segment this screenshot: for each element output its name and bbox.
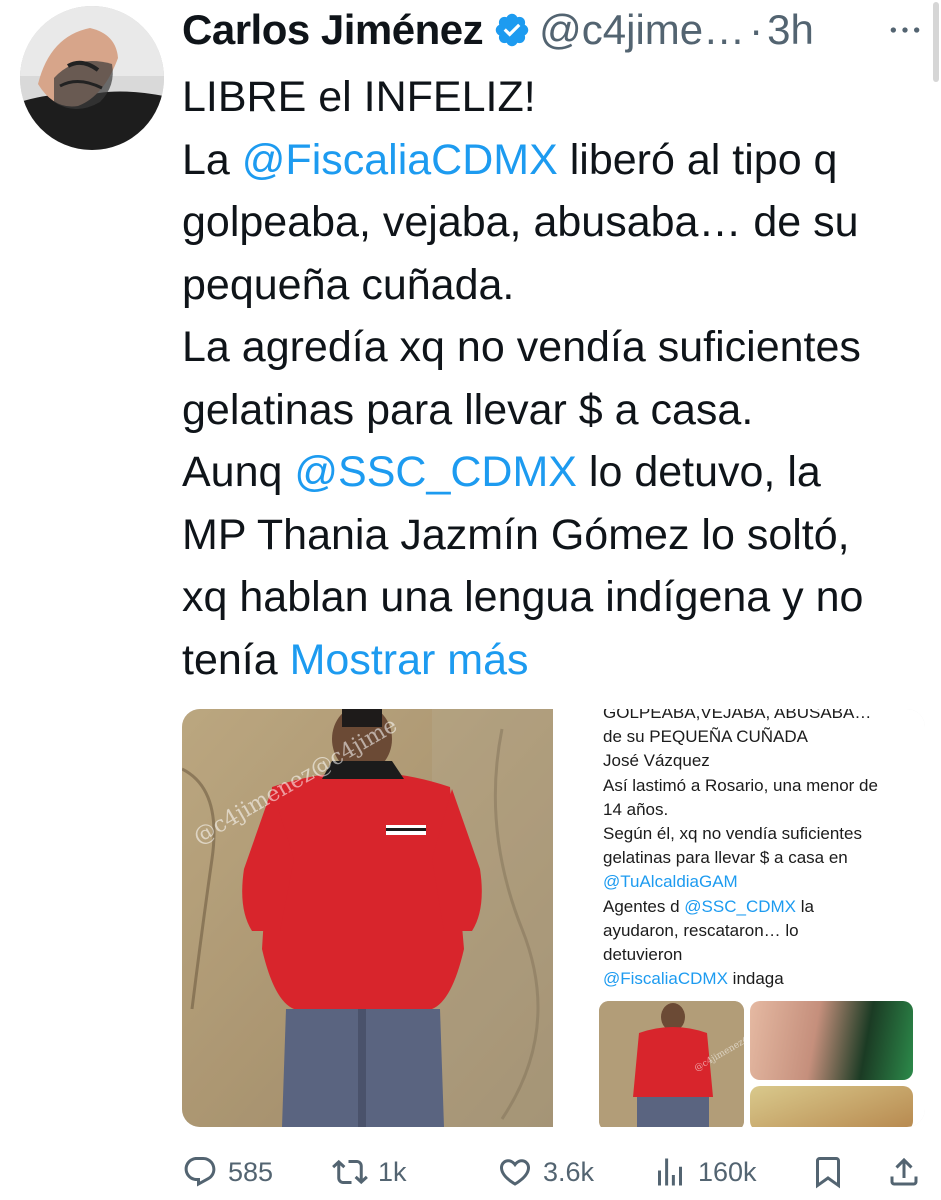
tweet-text-segment: pequeña cuñada. <box>182 260 515 309</box>
screenshot-text-segment: Así lastimó a Rosario, una menor de <box>603 775 878 795</box>
reply-icon <box>184 1157 216 1187</box>
screenshot-of-tweet[interactable]: GOLPEABA,VEJABA, ABUSABA… de su PEQUEÑA C… <box>555 709 925 1127</box>
tweet-text-segment: Aunq <box>182 448 295 496</box>
thumbnail-face <box>750 1001 913 1080</box>
tweet-text-segment: xq hablan una lengua indígena y no <box>182 573 864 621</box>
tweet-line: xq hablan una lengua indígena y no <box>182 566 927 629</box>
screenshot-line: @TuAlcaldiaGAM <box>603 870 925 894</box>
screenshot-mention: @TuAlcaldiaGAM <box>603 872 738 892</box>
repost-count: 1k <box>378 1156 407 1187</box>
thumbnail-man: @c4jimenez@c4jime <box>599 1001 744 1127</box>
tweet-line: MP Thania Jazmín Gómez lo soltó, <box>182 504 927 567</box>
screenshot-text-segment: Según él, xq no vendía suficientes <box>603 824 862 844</box>
screenshot-line: 14 años. <box>603 798 925 822</box>
share-button[interactable] <box>886 1154 922 1190</box>
bookmark-icon <box>816 1157 840 1189</box>
tweet-line: tenía Mostrar más <box>182 629 927 692</box>
tweet-text: LIBRE el INFELIZ! La @FiscaliaCDMX liberó… <box>182 66 927 691</box>
tweet-line: La @FiscaliaCDMX liberó al tipo q <box>182 129 927 192</box>
separator-dot: · <box>749 6 764 53</box>
reply-button[interactable]: 585 <box>182 1154 273 1190</box>
screenshot-thumbnails: @c4jimenez@c4jime <box>599 1001 913 1127</box>
like-count: 3.6k <box>543 1156 595 1187</box>
tweet-header: Carlos Jiménez @c4jime… · 3h <box>182 4 941 56</box>
screenshot-text-segment: de su PEQUEÑA CUÑADA <box>603 727 809 747</box>
tweet-text-segment: La <box>182 135 242 184</box>
screenshot-line: detuvieron <box>603 943 925 967</box>
tweet-text-segment: liberó al tipo q <box>557 135 838 184</box>
thumbnail-stack <box>750 1001 913 1127</box>
screenshot-line: @FiscaliaCDMX indaga <box>603 967 925 991</box>
timestamp[interactable]: 3h <box>767 6 814 54</box>
author-name[interactable]: Carlos Jiménez <box>182 6 484 54</box>
thumbnail-detail <box>750 1085 913 1127</box>
photo-man-red-shirt[interactable]: @c4jimenez@c4jime <box>182 709 553 1127</box>
like-button[interactable]: 3.6k <box>497 1154 594 1190</box>
screenshot-line: GOLPEABA,VEJABA, ABUSABA… <box>603 709 925 725</box>
screenshot-text-segment: gelatinas para llevar $ a casa en <box>603 848 848 868</box>
show-more-link[interactable]: Mostrar más <box>290 636 529 684</box>
avatar[interactable] <box>20 6 164 150</box>
tweet-text-segment: golpeaba, vejaba, abusaba… de su <box>182 198 859 246</box>
views-icon <box>658 1158 682 1186</box>
tweet-line: golpeaba, vejaba, abusaba… de su <box>182 191 927 254</box>
screenshot-mention: @SSC_CDMX <box>684 896 797 916</box>
screenshot-text-segment: indaga <box>727 969 784 989</box>
screenshot-line: de su PEQUEÑA CUÑADA <box>603 725 925 749</box>
tweet-actions: 585 1k 3.6k 160k <box>182 1148 927 1198</box>
screenshot-line: gelatinas para llevar $ a casa en <box>603 846 925 870</box>
reply-count: 585 <box>228 1156 274 1187</box>
tweet-line: LIBRE el INFELIZ! <box>182 66 927 129</box>
repost-icon <box>332 1159 368 1185</box>
tweet-line: gelatinas para llevar $ a casa. <box>182 379 927 442</box>
views-button[interactable]: 160k <box>652 1154 757 1190</box>
tweet-text-segment: gelatinas para llevar $ a casa. <box>182 385 754 434</box>
tweet-media[interactable]: @c4jimenez@c4jime GOLPEABA,VEJABA, ABUSA… <box>182 709 925 1127</box>
screenshot-line: Agentes d @SSC_CDMX la <box>603 895 925 919</box>
tweet-line: pequeña cuñada. <box>182 254 927 317</box>
tweet-text-segment: La agredía xq no vendía suficientes <box>182 323 861 371</box>
bookmark-button[interactable] <box>810 1154 846 1190</box>
screenshot-text-segment: José Vázquez <box>603 751 710 771</box>
more-icon[interactable] <box>885 10 925 50</box>
screenshot-line: ayudaron, rescataron… lo <box>603 919 925 943</box>
screenshot-line: Así lastimó a Rosario, una menor de <box>603 774 925 798</box>
tweet-line: La agredía xq no vendía suficientes <box>182 316 927 379</box>
like-icon <box>499 1159 531 1186</box>
tweet-text-segment: lo detuvo, la <box>576 448 821 496</box>
tweet-text-segment: LIBRE el INFELIZ! <box>182 73 536 121</box>
screenshot-text: GOLPEABA,VEJABA, ABUSABA… de su PEQUEÑA C… <box>603 709 925 991</box>
mention-link[interactable]: @FiscaliaCDMX <box>242 136 558 184</box>
tweet-line: Aunq @SSC_CDMX lo detuvo, la <box>182 441 927 504</box>
screenshot-text-segment: ayudaron, rescataron… lo <box>603 920 799 940</box>
screenshot-line: José Vázquez <box>603 749 925 773</box>
screenshot-text-segment: Agentes d <box>603 896 685 916</box>
screenshot-line: Según él, xq no vendía suficientes <box>603 822 925 846</box>
screenshot-text-segment: 14 años. <box>603 799 669 819</box>
share-icon <box>890 1157 918 1186</box>
mention-link[interactable]: @SSC_CDMX <box>294 448 577 496</box>
screenshot-text-segment: GOLPEABA,VEJABA, ABUSABA… <box>603 709 872 722</box>
author-handle[interactable]: @c4jime… <box>539 6 745 54</box>
screenshot-text-segment: detuvieron <box>603 945 683 965</box>
views-count: 160k <box>698 1156 757 1187</box>
tweet-text-segment: tenía <box>182 635 290 684</box>
verified-badge-icon <box>495 13 529 47</box>
repost-button[interactable]: 1k <box>332 1154 407 1190</box>
screenshot-mention: @FiscaliaCDMX <box>603 969 728 989</box>
screenshot-text-segment: la <box>796 896 814 916</box>
tweet-text-segment: MP Thania Jazmín Gómez lo soltó, <box>182 510 850 559</box>
